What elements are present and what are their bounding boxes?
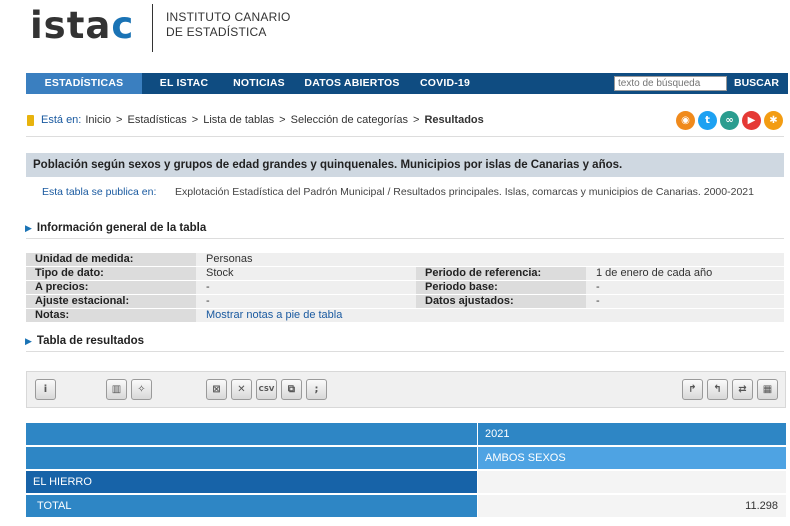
share-icon[interactable]: ✱: [764, 111, 783, 130]
label-periodo-ref: Periodo de referencia:: [416, 267, 586, 280]
social-icons: ◉ t ∞ ▶ ✱: [676, 111, 783, 130]
divider: [26, 136, 784, 137]
map-icon[interactable]: ✧: [131, 379, 152, 400]
label-periodo-base: Periodo base:: [416, 281, 586, 294]
breadcrumb-estadisticas[interactable]: Estadísticas: [127, 114, 186, 126]
label-datos-ajustados: Datos ajustados:: [416, 295, 586, 308]
istac-logo[interactable]: istac: [30, 6, 134, 46]
value-tipo: Stock: [196, 267, 416, 280]
nav-covid-19[interactable]: COVID-19: [412, 73, 478, 94]
search-input[interactable]: [614, 76, 727, 91]
institute-name: INSTITUTO CANARIO DE ESTADÍSTICA: [166, 10, 291, 39]
breadcrumb-current: Resultados: [424, 114, 484, 126]
value-datos-ajustados: -: [586, 295, 784, 308]
nav-el-istac[interactable]: EL ISTAC: [142, 73, 226, 94]
notes-row: Mostrar notas a pie de tabla: [196, 309, 784, 322]
value-ajuste: -: [196, 295, 416, 308]
section-general-info[interactable]: ▶ Información general de la tabla: [25, 222, 206, 234]
row-header-total[interactable]: TOTAL: [26, 495, 477, 517]
table-corner-header: [26, 447, 477, 469]
row-header-region[interactable]: EL HIERRO: [26, 471, 477, 493]
pivot-right-icon[interactable]: ↱: [682, 379, 703, 400]
csv-icon[interactable]: CSV: [256, 379, 277, 400]
youtube-icon[interactable]: ▶: [742, 111, 761, 130]
results-toolbar: i ▥ ✧ ⊠ ✕ CSV ⧉ ; ↱ ↰ ⇄ ▦: [26, 371, 786, 408]
breadcrumb-separator: >: [191, 114, 199, 126]
info-icon[interactable]: i: [35, 379, 56, 400]
nav-datos-abiertos[interactable]: DATOS ABIERTOS: [292, 73, 412, 94]
section-results[interactable]: ▶ Tabla de resultados: [25, 335, 144, 347]
value-periodo-base: -: [586, 281, 784, 294]
pivot-left-icon[interactable]: ↰: [707, 379, 728, 400]
chevron-right-icon: ▶: [25, 335, 32, 346]
nav-noticias[interactable]: NOTICIAS: [226, 73, 292, 94]
site-header: istac INSTITUTO CANARIO DE ESTADÍSTICA: [0, 0, 790, 72]
column-header-sex[interactable]: AMBOS SEXOS: [478, 447, 786, 469]
empty-cell: [478, 471, 786, 493]
main-nav: ESTADÍSTICAS EL ISTAC NOTICIAS DATOS ABI…: [26, 73, 788, 94]
breadcrumb-inicio[interactable]: Inicio: [85, 114, 111, 126]
twitter-icon[interactable]: t: [698, 111, 717, 130]
logo-divider: [152, 4, 153, 52]
divider: [26, 238, 784, 239]
swap-icon[interactable]: ⇄: [732, 379, 753, 400]
publication-label: Esta tabla se publica en:: [42, 186, 157, 198]
label-precios: A precios:: [26, 281, 196, 294]
label-tipo: Tipo de dato:: [26, 267, 196, 280]
chevron-right-icon: ▶: [25, 222, 32, 233]
link-icon[interactable]: ∞: [720, 111, 739, 130]
label-ajuste: Ajuste estacional:: [26, 295, 196, 308]
label-unidad: Unidad de medida:: [26, 253, 196, 266]
publication-value: Explotación Estadística del Padrón Munic…: [175, 186, 754, 198]
breadcrumb-separator: >: [279, 114, 286, 126]
breadcrumb: Está en: Inicio > Estadísticas > Lista d…: [27, 114, 484, 126]
search-button[interactable]: BUSCAR: [734, 73, 779, 94]
column-header-year[interactable]: 2021: [478, 423, 786, 445]
label-notas: Notas:: [26, 309, 196, 322]
grid-icon[interactable]: ▦: [757, 379, 778, 400]
breadcrumb-seleccion[interactable]: Selección de categorías: [291, 114, 408, 126]
export-icon[interactable]: ⊠: [206, 379, 227, 400]
table-title: Población según sexos y grupos de edad g…: [26, 153, 784, 177]
bar-chart-icon[interactable]: ▥: [106, 379, 127, 400]
breadcrumb-marker-icon: [27, 114, 34, 126]
total-value-cell: 11.298: [478, 495, 786, 517]
rss-icon[interactable]: ◉: [676, 111, 695, 130]
value-precios: -: [196, 281, 416, 294]
excel-icon[interactable]: ✕: [231, 379, 252, 400]
value-periodo-ref: 1 de enero de cada año: [586, 267, 784, 280]
table-corner-header: [26, 423, 477, 445]
show-notes-link[interactable]: Mostrar notas a pie de tabla: [206, 309, 342, 321]
nav-estadisticas[interactable]: ESTADÍSTICAS: [26, 73, 142, 94]
breadcrumb-separator: >: [413, 114, 420, 126]
semicolon-icon[interactable]: ;: [306, 379, 327, 400]
breadcrumb-lista-tablas[interactable]: Lista de tablas: [203, 114, 274, 126]
value-unidad: Personas: [196, 253, 784, 266]
breadcrumb-label: Está en:: [41, 114, 82, 126]
divider: [26, 351, 784, 352]
copy-icon[interactable]: ⧉: [281, 379, 302, 400]
breadcrumb-separator: >: [116, 114, 123, 126]
